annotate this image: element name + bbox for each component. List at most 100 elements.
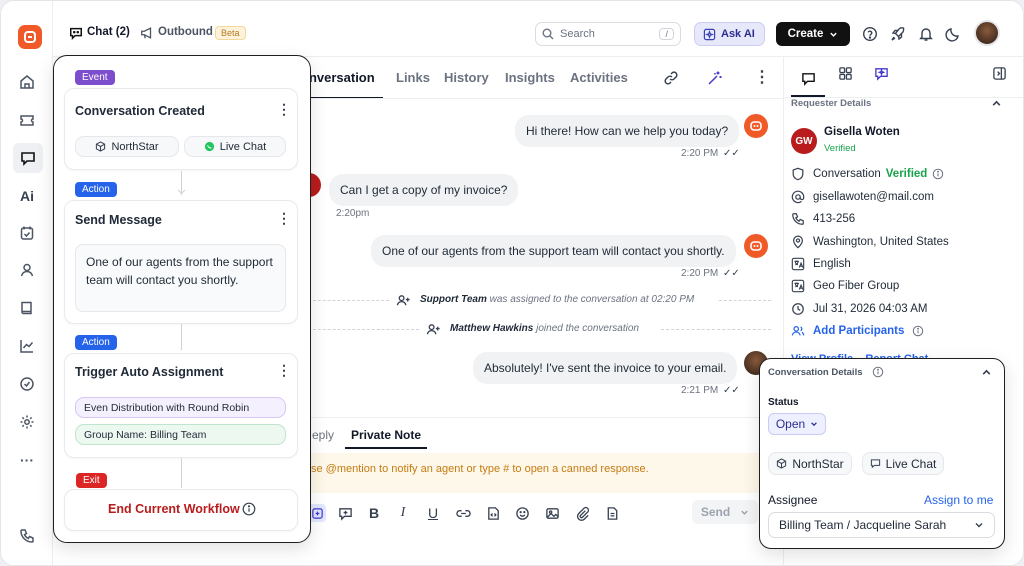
chevron-down-icon	[740, 508, 749, 517]
chat-tab[interactable]: Chat (2)	[87, 26, 130, 38]
ask-ai-label: Ask AI	[721, 28, 755, 40]
image-icon[interactable]	[543, 504, 561, 522]
tab-insights[interactable]: Insights	[505, 70, 555, 85]
language-row: English	[791, 257, 851, 271]
emoji-icon[interactable]	[513, 504, 531, 522]
italic-icon[interactable]: I	[394, 504, 412, 522]
phone-icon[interactable]	[15, 524, 39, 548]
grid-icon[interactable]	[838, 66, 853, 81]
beta-badge: Beta	[215, 26, 246, 40]
home-icon[interactable]	[15, 70, 39, 94]
info-icon[interactable]	[242, 502, 256, 516]
connector-line	[181, 458, 182, 488]
requester-email[interactable]: gisellawoten@mail.com	[813, 191, 934, 203]
info-icon[interactable]	[912, 325, 924, 337]
users-icon	[791, 324, 805, 338]
chevron-up-icon[interactable]	[991, 98, 1002, 109]
tab-conversation[interactable]: onversation	[301, 70, 375, 85]
conversation-verification-row: Conversation Verified	[791, 167, 944, 181]
bell-icon[interactable]	[916, 24, 936, 44]
user-icon[interactable]	[15, 258, 39, 282]
info-icon[interactable]	[872, 366, 884, 378]
ai-sparkle-icon[interactable]	[874, 66, 889, 81]
info-icon[interactable]	[932, 168, 944, 180]
requester-language: English	[813, 258, 851, 270]
group-rule-chip: Group Name: Billing Team	[75, 424, 286, 445]
collapse-panel-icon[interactable]	[992, 66, 1007, 81]
requester-company: Geo Fiber Group	[813, 280, 900, 292]
canned-response-icon[interactable]	[336, 504, 354, 522]
connector-line	[181, 324, 182, 350]
chevron-down-icon	[810, 420, 818, 428]
user-avatar[interactable]	[974, 20, 1000, 46]
document-icon[interactable]	[603, 504, 621, 522]
create-button[interactable]: Create	[776, 22, 850, 46]
requester-location: Washington, United States	[813, 236, 949, 248]
help-icon[interactable]	[860, 24, 880, 44]
chart-icon[interactable]	[15, 334, 39, 358]
chevron-down-icon	[974, 520, 984, 530]
status-dropdown[interactable]: Open	[768, 413, 826, 435]
kebab-menu-icon[interactable]: ⋮	[277, 101, 291, 118]
add-participants-link[interactable]: Add Participants	[813, 325, 904, 337]
assignee-value: Billing Team / Jacqueline Sarah	[779, 518, 947, 532]
settings-icon[interactable]	[15, 410, 39, 434]
note-placeholder: se @mention to notify an agent or type #…	[311, 463, 649, 475]
system-event-actor: Support Team	[420, 294, 487, 305]
calendar-check-icon[interactable]	[15, 221, 39, 245]
tab-activities[interactable]: Activities	[570, 70, 628, 85]
create-label: Create	[787, 28, 824, 40]
bold-icon[interactable]: B	[365, 504, 383, 522]
chat-icon[interactable]	[13, 143, 43, 173]
workflow-step-card[interactable]	[64, 88, 298, 170]
ticket-icon[interactable]	[15, 108, 39, 132]
tab-private-note[interactable]: Private Note	[351, 428, 421, 442]
tab-history[interactable]: History	[444, 70, 489, 85]
brand-logo-icon[interactable]	[18, 25, 42, 49]
moon-icon[interactable]	[943, 24, 963, 44]
more-icon[interactable]: ···	[15, 448, 39, 472]
message-bubble: Hi there! How can we help you today?	[515, 115, 740, 147]
assignee-select[interactable]: Billing Team / Jacqueline Sarah	[768, 512, 995, 538]
building-icon	[791, 279, 805, 293]
assign-to-me-link[interactable]: Assign to me	[924, 493, 993, 507]
ai-icon[interactable]: Ai	[15, 184, 39, 208]
system-event-actor: Matthew Hawkins	[450, 323, 534, 334]
requester-phone[interactable]: 413-256	[813, 213, 855, 225]
rocket-icon[interactable]	[888, 24, 908, 44]
read-ticks-icon: ✓✓	[723, 148, 740, 159]
chevron-up-icon[interactable]	[981, 367, 992, 378]
channel-chip: NorthStar	[75, 136, 179, 157]
divider-line	[661, 329, 771, 330]
attachment-icon[interactable]	[573, 504, 591, 522]
ask-ai-button[interactable]: Ask AI	[694, 22, 765, 46]
kebab-menu-icon[interactable]: ⋮	[277, 210, 291, 227]
send-button[interactable]: Send	[692, 500, 758, 524]
message-bubble: One of our agents from the support team …	[371, 235, 736, 267]
user-plus-icon	[396, 293, 411, 308]
outbound-tab[interactable]: Outbound	[158, 26, 213, 38]
kebab-menu-icon[interactable]: ⋮	[277, 362, 291, 379]
divider-line	[719, 300, 771, 301]
check-circle-icon[interactable]	[15, 372, 39, 396]
chat-bubble-icon	[870, 458, 881, 469]
add-participants-row: Add Participants	[791, 324, 924, 338]
more-options-icon[interactable]: ⋮	[754, 67, 770, 87]
link-icon[interactable]	[454, 504, 472, 522]
translate-icon	[791, 257, 805, 271]
magic-wand-icon[interactable]	[707, 70, 723, 86]
step-title: End Current Workflow	[108, 502, 240, 516]
requester-section-title: Requester Details	[791, 98, 872, 109]
cube-icon	[95, 141, 106, 152]
message-time: 2:20 PM	[681, 268, 719, 279]
underline-icon[interactable]: U	[424, 504, 442, 522]
left-rail: Ai ···	[1, 1, 53, 565]
code-icon[interactable]	[484, 504, 502, 522]
search-input[interactable]: Search /	[535, 22, 681, 46]
tab-links[interactable]: Links	[396, 70, 430, 85]
book-icon[interactable]	[15, 296, 39, 320]
link-icon[interactable]	[663, 70, 679, 86]
message-bubble: Can I get a copy of my invoice?	[329, 174, 519, 206]
tab-reply[interactable]: eply	[312, 428, 334, 442]
panel-tab-chat[interactable]	[791, 61, 825, 97]
